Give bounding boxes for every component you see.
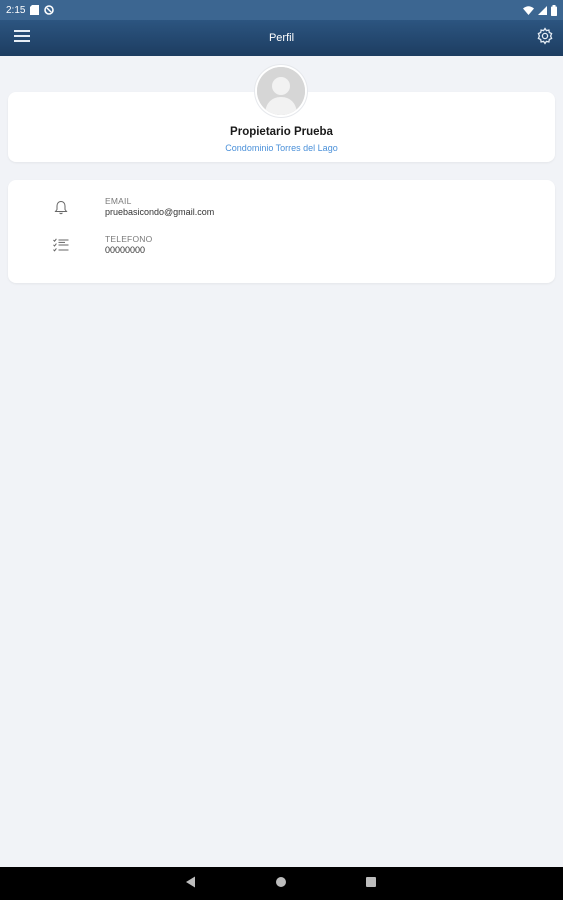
phone-value: 00000000 <box>105 245 146 255</box>
recents-square-icon <box>365 875 377 893</box>
avatar[interactable] <box>255 65 307 117</box>
settings-button[interactable] <box>535 26 555 50</box>
bell-icon <box>52 198 70 216</box>
profile-community: Condominio Torres del Lago <box>225 143 338 153</box>
home-circle-icon <box>275 875 287 893</box>
page-title: Perfil <box>268 32 295 44</box>
gear-icon <box>536 26 554 50</box>
status-time: 2:15 <box>6 4 26 16</box>
info-card: EMAIL pruebasicondo@gmail.com TELEFONO 0… <box>8 180 555 283</box>
email-value: pruebasicondo@gmail.com <box>105 207 215 217</box>
wifi-icon <box>523 5 534 15</box>
sync-icon <box>44 5 55 15</box>
status-bar: 2:15 <box>0 0 563 20</box>
email-label: EMAIL <box>105 196 132 206</box>
signal-icon <box>538 5 547 15</box>
default-user-avatar-icon <box>257 67 305 115</box>
info-row-phone: TELEFONO 00000000 <box>8 234 555 264</box>
recents-button[interactable] <box>362 875 380 893</box>
app-bar: Perfil <box>0 20 563 56</box>
back-button[interactable] <box>182 875 200 893</box>
home-button[interactable] <box>272 875 290 893</box>
sd-card-icon <box>30 5 40 15</box>
battery-icon <box>551 4 557 16</box>
profile-name: Propietario Prueba <box>230 126 333 138</box>
checklist-icon <box>52 236 70 254</box>
system-nav-bar <box>0 867 563 900</box>
phone-label: TELEFONO <box>105 234 153 244</box>
back-triangle-icon <box>185 875 197 893</box>
info-row-email: EMAIL pruebasicondo@gmail.com <box>8 196 555 226</box>
